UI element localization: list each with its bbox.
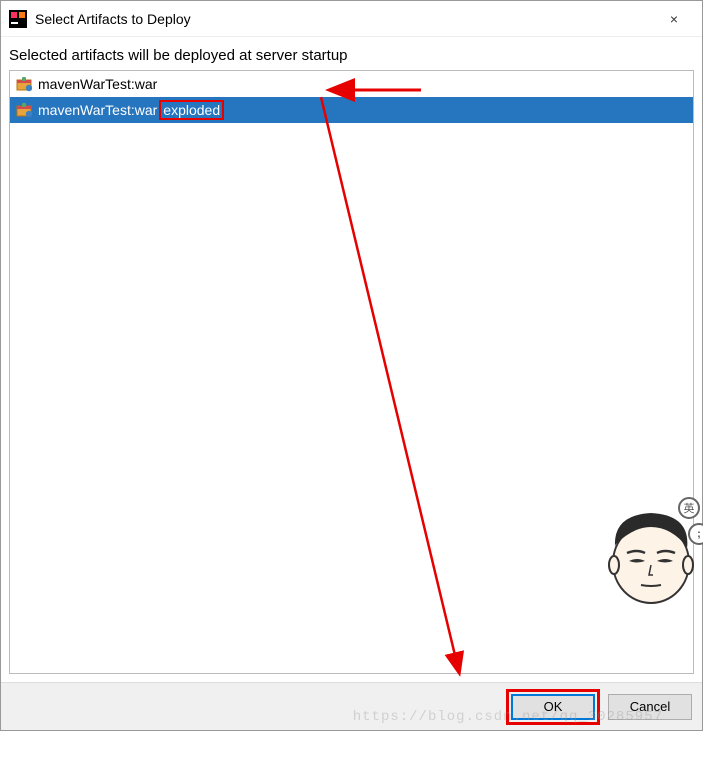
dialog-title: Select Artifacts to Deploy	[35, 11, 654, 27]
badge-semicolon: ;	[688, 523, 703, 545]
artifact-label: mavenWarTest:war	[38, 76, 157, 92]
intellij-icon	[9, 10, 27, 28]
dialog-window: Select Artifacts to Deploy × Selected ar…	[0, 0, 703, 731]
close-button[interactable]: ×	[654, 4, 694, 34]
watermark: https://blog.csdn.net/qq_30285957	[353, 709, 663, 725]
artifact-icon	[16, 76, 32, 92]
titlebar: Select Artifacts to Deploy ×	[1, 1, 702, 37]
content-area: Selected artifacts will be deployed at s…	[1, 37, 702, 682]
badge-text: 英	[678, 497, 700, 519]
artifact-label-prefix: mavenWarTest:war	[38, 102, 157, 118]
instruction-label: Selected artifacts will be deployed at s…	[9, 45, 694, 66]
artifact-list: mavenWarTest:war mavenWarTest:war explod…	[9, 70, 694, 674]
list-item[interactable]: mavenWarTest:war	[10, 71, 693, 97]
meme-sticker: 英 ;	[603, 505, 698, 610]
exploded-highlight: exploded	[159, 100, 224, 120]
artifact-icon	[16, 102, 32, 118]
list-item[interactable]: mavenWarTest:war exploded	[10, 97, 693, 123]
